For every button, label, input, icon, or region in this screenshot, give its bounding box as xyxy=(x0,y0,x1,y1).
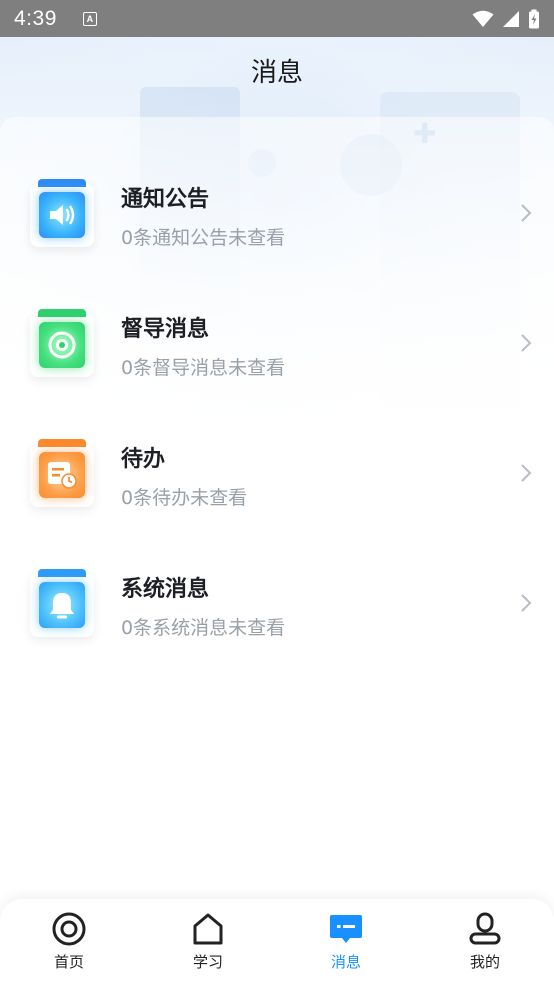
item-title: 通知公告 xyxy=(121,187,210,212)
list-item-notice[interactable]: 通知公告 0条通知公告未查看 xyxy=(0,177,554,287)
list-item-system[interactable]: 系统消息 0条系统消息未查看 xyxy=(0,567,554,677)
item-subtitle: 0条系统消息未查看 xyxy=(121,617,286,639)
supervision-icon-badge xyxy=(30,309,94,377)
chevron-right-icon xyxy=(521,204,532,222)
tab-label: 首页 xyxy=(53,953,84,971)
tab-profile[interactable]: 我的 xyxy=(430,899,540,984)
status-icons xyxy=(472,9,540,29)
tab-label: 我的 xyxy=(469,953,500,971)
item-subtitle: 0条待办未查看 xyxy=(121,487,248,509)
chevron-right-icon xyxy=(521,464,532,482)
system-icon-badge xyxy=(30,569,94,637)
tab-label: 学习 xyxy=(192,953,223,971)
house-icon xyxy=(193,913,223,945)
target-icon xyxy=(39,322,85,368)
profile-icon xyxy=(469,912,501,945)
item-subtitle: 0条督导消息未查看 xyxy=(121,357,286,379)
signal-icon xyxy=(503,10,519,27)
tab-messages[interactable]: 消息 xyxy=(291,899,401,984)
wifi-icon xyxy=(472,10,494,27)
status-time: 4:39 xyxy=(14,6,57,30)
chevron-right-icon xyxy=(521,594,532,612)
status-bar: 4:39 A xyxy=(0,0,554,37)
item-subtitle: 0条通知公告未查看 xyxy=(121,227,286,249)
notification-indicator-icon: A xyxy=(82,11,97,26)
bottom-tab-bar: 首页 学习 消息 我的 xyxy=(0,899,554,984)
todo-icon xyxy=(39,452,85,498)
battery-icon xyxy=(529,9,539,28)
bell-icon xyxy=(39,582,85,628)
item-title: 待办 xyxy=(121,447,166,472)
item-title: 系统消息 xyxy=(121,577,210,602)
item-title: 督导消息 xyxy=(121,317,210,342)
tab-label: 消息 xyxy=(330,953,361,971)
todo-icon-badge xyxy=(30,439,94,507)
notice-icon-badge xyxy=(30,179,94,247)
chevron-right-icon xyxy=(521,334,532,352)
message-icon xyxy=(330,915,362,943)
list-item-supervision[interactable]: 督导消息 0条督导消息未查看 xyxy=(0,307,554,417)
home-circle-icon xyxy=(52,912,86,946)
list-item-todo[interactable]: 待办 0条待办未查看 xyxy=(0,437,554,547)
speaker-icon xyxy=(39,192,85,238)
message-list: 通知公告 0条通知公告未查看 督导消息 0条督导消息未查看 待办 0条待办未查看… xyxy=(0,117,554,897)
page-title: 消息 xyxy=(250,58,303,88)
tab-home[interactable]: 首页 xyxy=(14,899,124,984)
tab-study[interactable]: 学习 xyxy=(153,899,263,984)
